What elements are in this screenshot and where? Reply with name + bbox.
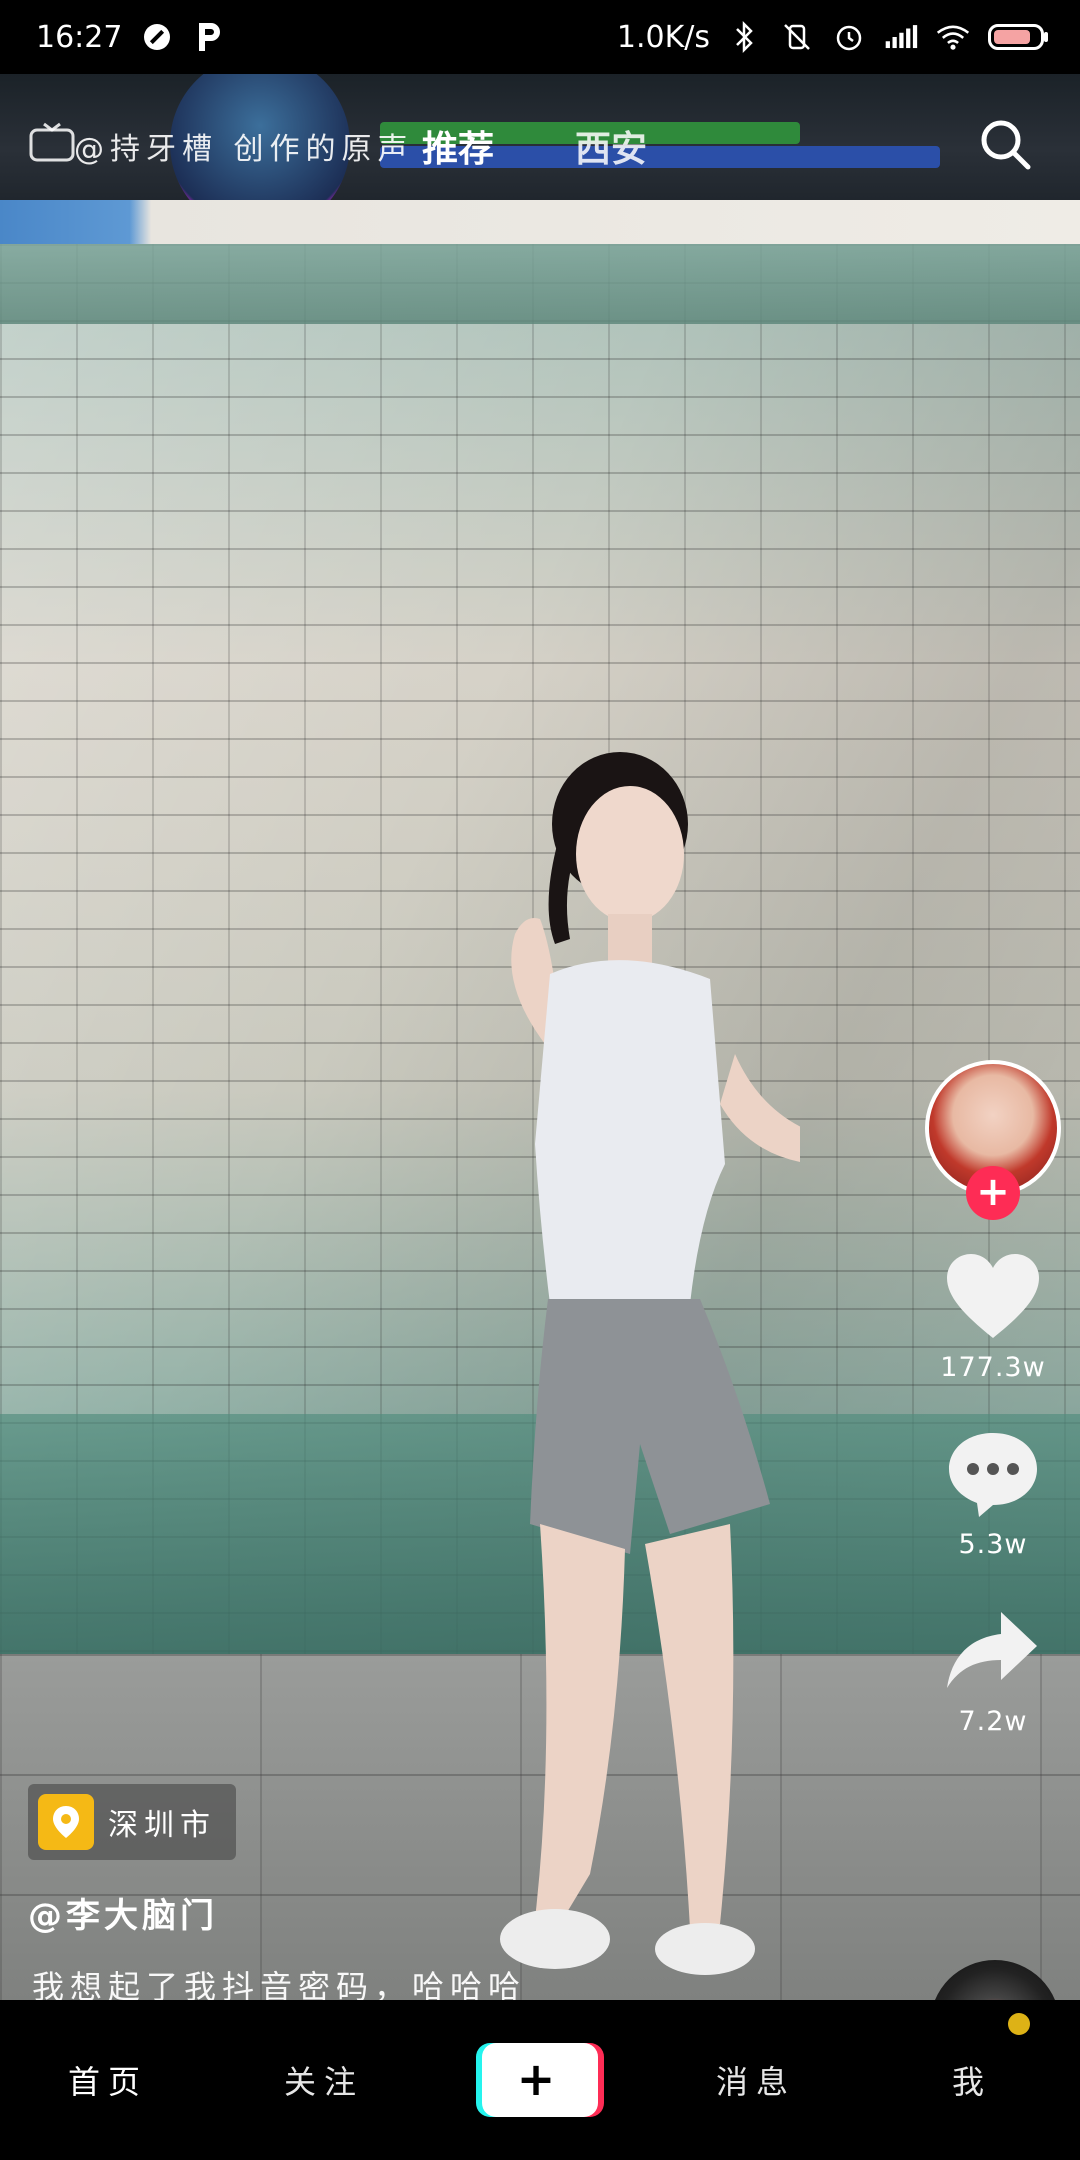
follow-button[interactable]: + — [966, 1166, 1020, 1220]
comment-action[interactable]: 5.3w — [943, 1427, 1043, 1560]
comment-count: 5.3w — [958, 1529, 1028, 1560]
like-action[interactable]: 177.3w — [940, 1250, 1045, 1383]
share-count: 7.2w — [958, 1706, 1028, 1737]
tab-city[interactable]: 西安 — [575, 120, 647, 172]
music-credit[interactable]: @持牙槽 创作的原声 — [74, 124, 414, 168]
nav-create[interactable]: + — [432, 2043, 648, 2117]
live-tv-icon[interactable] — [28, 122, 76, 164]
share-icon[interactable] — [943, 1604, 1043, 1698]
like-count: 177.3w — [940, 1352, 1046, 1383]
wifi-icon — [936, 20, 970, 54]
nav-home[interactable]: 首页 — [0, 2057, 216, 2103]
battery-icon — [988, 24, 1048, 50]
location-label: 深圳市 — [108, 1808, 216, 1843]
notification-dot — [1008, 2013, 1030, 2035]
nav-messages[interactable]: 消息 — [648, 2057, 864, 2103]
dnd-icon — [140, 20, 174, 54]
status-left: 16:27 — [36, 20, 226, 55]
net-speed: 1.0K/s — [616, 19, 710, 55]
status-time: 16:27 — [36, 19, 123, 55]
author-avatar-group: + — [925, 1060, 1061, 1220]
nav-me[interactable]: 我 — [864, 2013, 1080, 2103]
action-column: + 177.3w 5.3w 7.2w — [918, 1060, 1068, 1781]
nav-me-label: 我 — [951, 2063, 992, 2101]
share-action[interactable]: 7.2w — [943, 1604, 1043, 1737]
search-icon[interactable] — [975, 114, 1035, 174]
nav-follow[interactable]: 关注 — [216, 2057, 432, 2103]
bottom-nav: 首页 关注 + 消息 我 — [0, 2000, 1080, 2160]
p-app-icon — [192, 20, 226, 54]
vibrate-off-icon — [780, 20, 814, 54]
status-right: 1.0K/s — [616, 19, 1048, 55]
alarm-icon — [832, 20, 866, 54]
video-dancer — [500, 752, 800, 1975]
bluetooth-icon — [728, 20, 762, 54]
video-wall-cap — [0, 244, 1080, 324]
author-name[interactable]: @李大脑门 — [28, 1888, 218, 1937]
tab-recommend[interactable]: 推荐 — [422, 120, 494, 172]
top-bar: @持牙槽 创作的原声 推荐 西安 — [0, 74, 1080, 200]
comment-icon[interactable] — [943, 1427, 1043, 1521]
location-chip[interactable]: 深圳市 — [28, 1784, 236, 1860]
create-button[interactable]: + — [482, 2043, 598, 2117]
status-bar: 16:27 1.0K/s — [0, 0, 1080, 74]
location-pin-icon — [38, 1794, 94, 1850]
signal-icon — [884, 20, 918, 54]
heart-icon[interactable] — [943, 1250, 1043, 1344]
